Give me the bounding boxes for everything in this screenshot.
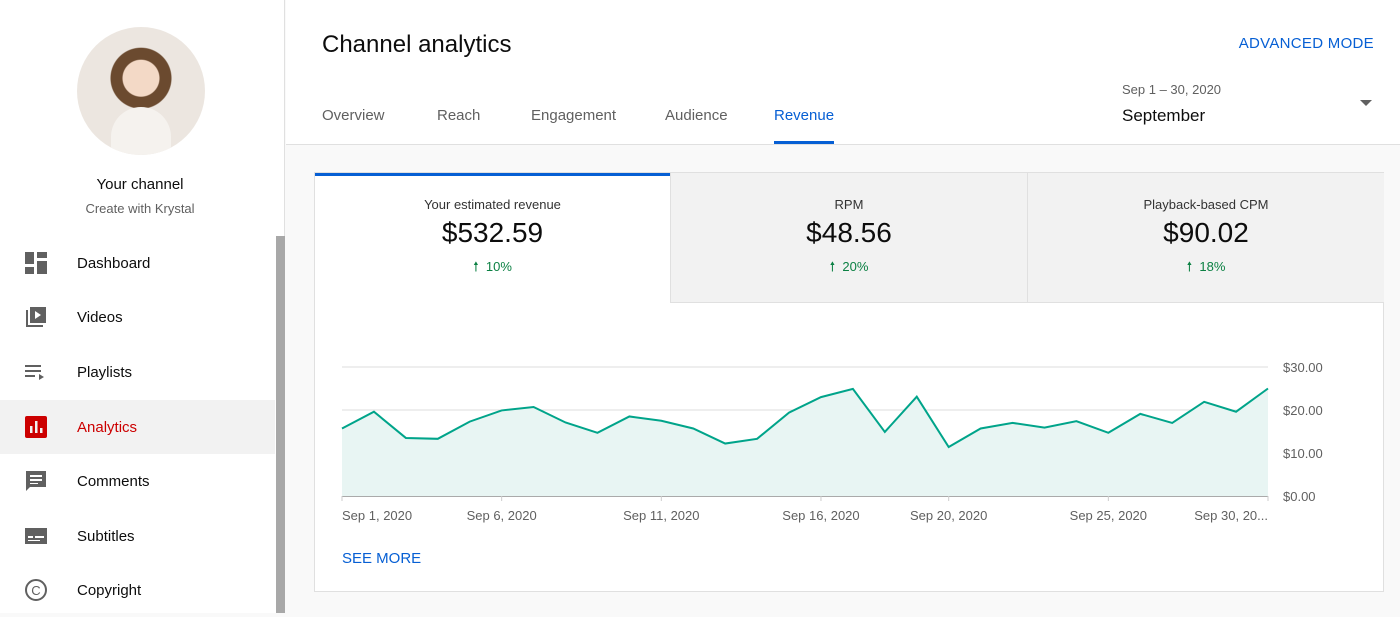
see-more-link[interactable]: SEE MORE: [342, 550, 421, 567]
sidebar-item-label: Subtitles: [77, 527, 135, 545]
y-tick-label: $20.00: [1283, 403, 1323, 418]
svg-text:C: C: [31, 583, 40, 598]
tab-audience[interactable]: Audience: [665, 107, 728, 144]
y-tick-label: $30.00: [1283, 360, 1323, 375]
delta-text: 10%: [485, 259, 512, 274]
metric-delta: 🠕 18%: [1028, 258, 1384, 280]
metric-rpm[interactable]: RPM $48.56 🠕 20%: [670, 173, 1027, 303]
date-range-text: Sep 1 – 30, 2020: [1122, 82, 1222, 97]
sidebar-item-label: Copyright: [77, 581, 142, 599]
tab-engagement[interactable]: Engagement: [531, 107, 616, 144]
metric-label: Your estimated revenue: [424, 197, 561, 212]
dashboard-icon: [24, 251, 48, 275]
sidebar-item-label: Videos: [77, 308, 123, 326]
revenue-card: Your estimated revenue $532.59 🠕 10% RPM…: [314, 172, 1384, 592]
revenue-chart: $0.00 $10.00 $20.00 $30.00 Sep 1, 2020 Sep 6,…: [341, 360, 1323, 523]
channel-avatar[interactable]: [77, 27, 205, 155]
channel-name: Your channel: [96, 176, 184, 193]
dropdown-caret-icon: [1360, 100, 1372, 106]
sidebar-item-label: Playlists: [77, 363, 133, 381]
y-tick-label: $0.00: [1283, 489, 1316, 504]
metric-playback-cpm[interactable]: Playback-based CPM $90.02 🠕 18%: [1027, 173, 1384, 303]
tab-revenue[interactable]: Revenue: [774, 107, 835, 144]
analytics-icon: [24, 415, 48, 439]
copyright-icon: C: [24, 578, 48, 602]
x-tick-label: Sep 11, 2020: [623, 508, 699, 523]
tab-reach[interactable]: Reach: [437, 107, 480, 144]
date-selected: September: [1122, 106, 1206, 125]
comments-icon: [24, 469, 48, 493]
metric-value: $48.56: [806, 217, 892, 248]
sidebar-item-dashboard[interactable]: Dashboard: [0, 236, 275, 290]
sidebar: Your channel Create with Krystal Dashboa…: [0, 0, 285, 613]
sidebar-item-copyright[interactable]: C Copyright: [0, 563, 275, 617]
sidebar-item-subtitles[interactable]: Subtitles: [0, 509, 275, 563]
x-tick-label: Sep 25, 2020: [1070, 508, 1147, 523]
page-title: Channel analytics: [322, 31, 512, 58]
arrow-up-icon: 🠕: [473, 259, 479, 274]
playlists-icon: [24, 360, 48, 384]
x-tick-label: Sep 6, 2020: [467, 508, 537, 523]
metric-delta: 🠕 10%: [315, 258, 670, 280]
sidebar-item-analytics[interactable]: Analytics: [0, 400, 275, 454]
sidebar-scrollbar[interactable]: [276, 236, 285, 613]
page-header: Channel analytics ADVANCED MODE Overview…: [286, 0, 1400, 145]
sidebar-item-label: Analytics: [77, 418, 138, 436]
metric-value: $90.02: [1163, 217, 1249, 248]
x-tick-label: Sep 1, 2020: [342, 508, 412, 523]
x-tick-label: Sep 20, 2020: [910, 508, 987, 523]
x-tick-label: Sep 16, 2020: [782, 508, 859, 523]
sidebar-item-comments[interactable]: Comments: [0, 454, 275, 508]
subtitles-icon: [24, 524, 48, 548]
arrow-up-icon: 🠕: [829, 259, 836, 274]
x-tick-label: Sep 30, 20...: [1194, 508, 1268, 523]
sidebar-item-videos[interactable]: Videos: [0, 290, 275, 344]
arrow-up-icon: 🠕: [1186, 259, 1193, 274]
y-tick-label: $10.00: [1283, 446, 1323, 461]
metric-value: $532.59: [441, 217, 544, 248]
metric-delta: 🠕 20%: [671, 258, 1027, 280]
sidebar-item-playlists[interactable]: Playlists: [0, 345, 275, 399]
channel-subtitle: Create with Krystal: [85, 201, 195, 216]
delta-text: 18%: [1199, 259, 1226, 274]
videos-icon: [24, 305, 48, 329]
metric-estimated-revenue[interactable]: Your estimated revenue $532.59 🠕 10%: [315, 173, 670, 303]
metric-label: RPM: [834, 197, 864, 212]
sidebar-item-label: Comments: [77, 472, 150, 490]
advanced-mode-button[interactable]: ADVANCED MODE: [1239, 35, 1374, 52]
sidebar-item-label: Dashboard: [77, 254, 151, 272]
tab-overview[interactable]: Overview: [322, 107, 385, 144]
delta-text: 20%: [842, 259, 869, 274]
metric-label: Playback-based CPM: [1143, 197, 1269, 212]
